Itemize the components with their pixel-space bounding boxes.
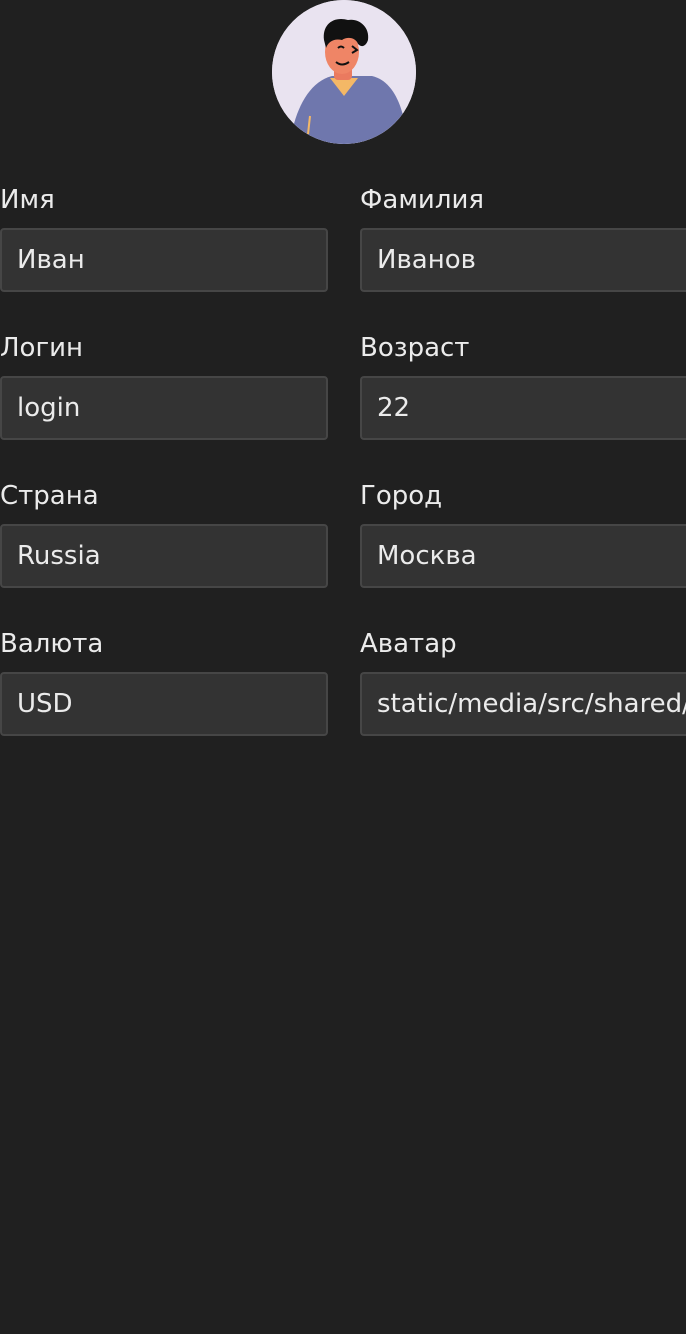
city-input[interactable] — [360, 524, 686, 588]
avatar-label: Аватар — [360, 629, 457, 659]
login-input[interactable] — [0, 376, 328, 440]
age-input[interactable] — [360, 376, 686, 440]
last-name-input[interactable] — [360, 228, 686, 292]
currency-select[interactable] — [0, 672, 328, 736]
first-name-input[interactable] — [0, 228, 328, 292]
country-label: Страна — [0, 481, 99, 511]
currency-label: Валюта — [0, 629, 104, 659]
first-name-label: Имя — [0, 185, 55, 215]
country-select[interactable] — [0, 524, 328, 588]
age-label: Возраст — [360, 333, 470, 363]
user-avatar-illustration — [272, 0, 416, 144]
avatar-url-input[interactable] — [360, 672, 686, 736]
avatar — [272, 0, 416, 144]
city-label: Город — [360, 481, 443, 511]
login-label: Логин — [0, 333, 84, 363]
last-name-label: Фамилия — [360, 185, 484, 215]
